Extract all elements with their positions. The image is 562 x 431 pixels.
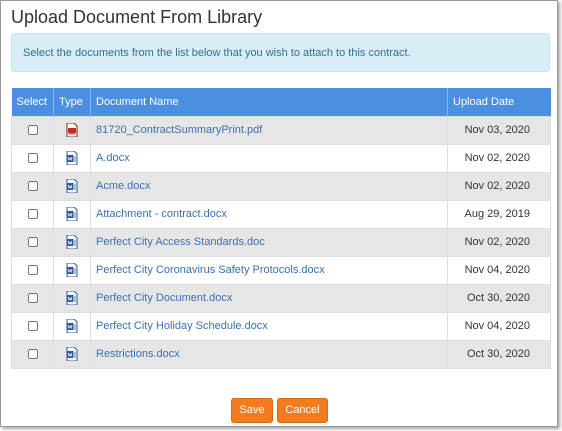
type-cell bbox=[53, 311, 91, 341]
docx-icon bbox=[66, 318, 78, 334]
select-checkbox[interactable] bbox=[27, 349, 38, 360]
table-row[interactable]: Acme.docx Nov 02, 2020 bbox=[11, 171, 551, 201]
upload-document-dialog: Upload Document From Library Select the … bbox=[0, 0, 558, 427]
upload-date-cell: Nov 02, 2020 bbox=[447, 227, 551, 257]
type-cell bbox=[53, 255, 91, 285]
docx-icon bbox=[66, 178, 78, 194]
select-cell bbox=[11, 143, 54, 173]
select-cell bbox=[11, 171, 54, 201]
document-link[interactable]: Perfect City Document.docx bbox=[96, 292, 232, 304]
table-row[interactable]: Perfect City Holiday Schedule.docx Nov 04… bbox=[11, 311, 551, 341]
upload-date-cell: Nov 03, 2020 bbox=[447, 115, 551, 145]
save-button[interactable]: Save bbox=[231, 398, 273, 423]
document-link[interactable]: Restrictions.docx bbox=[96, 348, 180, 360]
pdf-icon bbox=[66, 122, 78, 138]
document-link[interactable]: Perfect City Holiday Schedule.docx bbox=[96, 320, 268, 332]
type-cell bbox=[53, 143, 91, 173]
docx-icon bbox=[66, 234, 78, 250]
upload-date-cell: Nov 04, 2020 bbox=[447, 311, 551, 341]
docx-icon bbox=[66, 206, 78, 222]
table-row[interactable]: Attachment - contract.docx Aug 29, 2019 bbox=[11, 199, 551, 229]
table-row[interactable]: A.docx Nov 02, 2020 bbox=[11, 143, 551, 173]
column-header-type[interactable]: Type bbox=[53, 88, 91, 116]
type-cell bbox=[53, 339, 91, 369]
table-row[interactable]: 81720_ContractSummaryPrint.pdf Nov 03, 20… bbox=[11, 115, 551, 145]
document-name-cell: Perfect City Access Standards.doc bbox=[90, 227, 448, 257]
docx-icon bbox=[66, 290, 78, 306]
type-cell bbox=[53, 227, 91, 257]
upload-date-cell: Nov 04, 2020 bbox=[447, 255, 551, 285]
upload-date-cell: Oct 30, 2020 bbox=[447, 283, 551, 313]
select-checkbox[interactable] bbox=[27, 321, 38, 332]
docx-icon bbox=[66, 150, 78, 166]
document-name-cell: Perfect City Document.docx bbox=[90, 283, 448, 313]
type-cell bbox=[53, 115, 91, 145]
select-checkbox[interactable] bbox=[27, 153, 38, 164]
docx-icon bbox=[66, 262, 78, 278]
docx-icon bbox=[66, 346, 78, 362]
column-header-select[interactable]: Select bbox=[11, 88, 54, 116]
table-row[interactable]: Perfect City Document.docx Oct 30, 2020 bbox=[11, 283, 551, 313]
document-name-cell: 81720_ContractSummaryPrint.pdf bbox=[90, 115, 448, 145]
table-row[interactable]: Restrictions.docx Oct 30, 2020 bbox=[11, 339, 551, 369]
upload-date-cell: Aug 29, 2019 bbox=[447, 199, 551, 229]
document-link[interactable]: Perfect City Access Standards.doc bbox=[96, 236, 265, 248]
select-cell bbox=[11, 311, 54, 341]
document-link[interactable]: Acme.docx bbox=[96, 180, 150, 192]
table-row[interactable]: Perfect City Access Standards.doc Nov 02,… bbox=[11, 227, 551, 257]
select-cell bbox=[11, 199, 54, 229]
document-link[interactable]: Attachment - contract.docx bbox=[96, 208, 227, 220]
select-checkbox[interactable] bbox=[27, 265, 38, 276]
table-row[interactable]: Perfect City Coronavirus Safety Protocol… bbox=[11, 255, 551, 285]
document-name-cell: Attachment - contract.docx bbox=[90, 199, 448, 229]
type-cell bbox=[53, 171, 91, 201]
document-link[interactable]: Perfect City Coronavirus Safety Protocol… bbox=[96, 264, 325, 276]
info-message: Select the documents from the list below… bbox=[11, 33, 550, 72]
document-name-cell: Acme.docx bbox=[90, 171, 448, 201]
select-checkbox[interactable] bbox=[27, 125, 38, 136]
select-checkbox[interactable] bbox=[27, 181, 38, 192]
select-checkbox[interactable] bbox=[27, 293, 38, 304]
document-link[interactable]: 81720_ContractSummaryPrint.pdf bbox=[96, 124, 262, 136]
upload-date-cell: Nov 02, 2020 bbox=[447, 143, 551, 173]
type-cell bbox=[53, 199, 91, 229]
select-cell bbox=[11, 115, 54, 145]
cancel-button[interactable]: Cancel bbox=[277, 398, 328, 423]
type-cell bbox=[53, 283, 91, 313]
column-header-upload-date[interactable]: Upload Date bbox=[447, 88, 551, 116]
select-cell bbox=[11, 339, 54, 369]
select-cell bbox=[11, 255, 54, 285]
document-name-cell: Perfect City Holiday Schedule.docx bbox=[90, 311, 448, 341]
document-name-cell: Perfect City Coronavirus Safety Protocol… bbox=[90, 255, 448, 285]
upload-date-cell: Oct 30, 2020 bbox=[447, 339, 551, 369]
select-cell bbox=[11, 227, 54, 257]
upload-date-cell: Nov 02, 2020 bbox=[447, 171, 551, 201]
column-header-document-name[interactable]: Document Name bbox=[90, 88, 448, 116]
document-name-cell: A.docx bbox=[90, 143, 448, 173]
table-header-row: Select Type Document Name Upload Date bbox=[11, 88, 551, 116]
select-cell bbox=[11, 283, 54, 313]
document-name-cell: Restrictions.docx bbox=[90, 339, 448, 369]
documents-table: Select Type Document Name Upload Date 81… bbox=[11, 88, 551, 369]
select-checkbox[interactable] bbox=[27, 209, 38, 220]
document-link[interactable]: A.docx bbox=[96, 152, 130, 164]
dialog-title: Upload Document From Library bbox=[11, 7, 263, 27]
select-checkbox[interactable] bbox=[27, 237, 38, 248]
